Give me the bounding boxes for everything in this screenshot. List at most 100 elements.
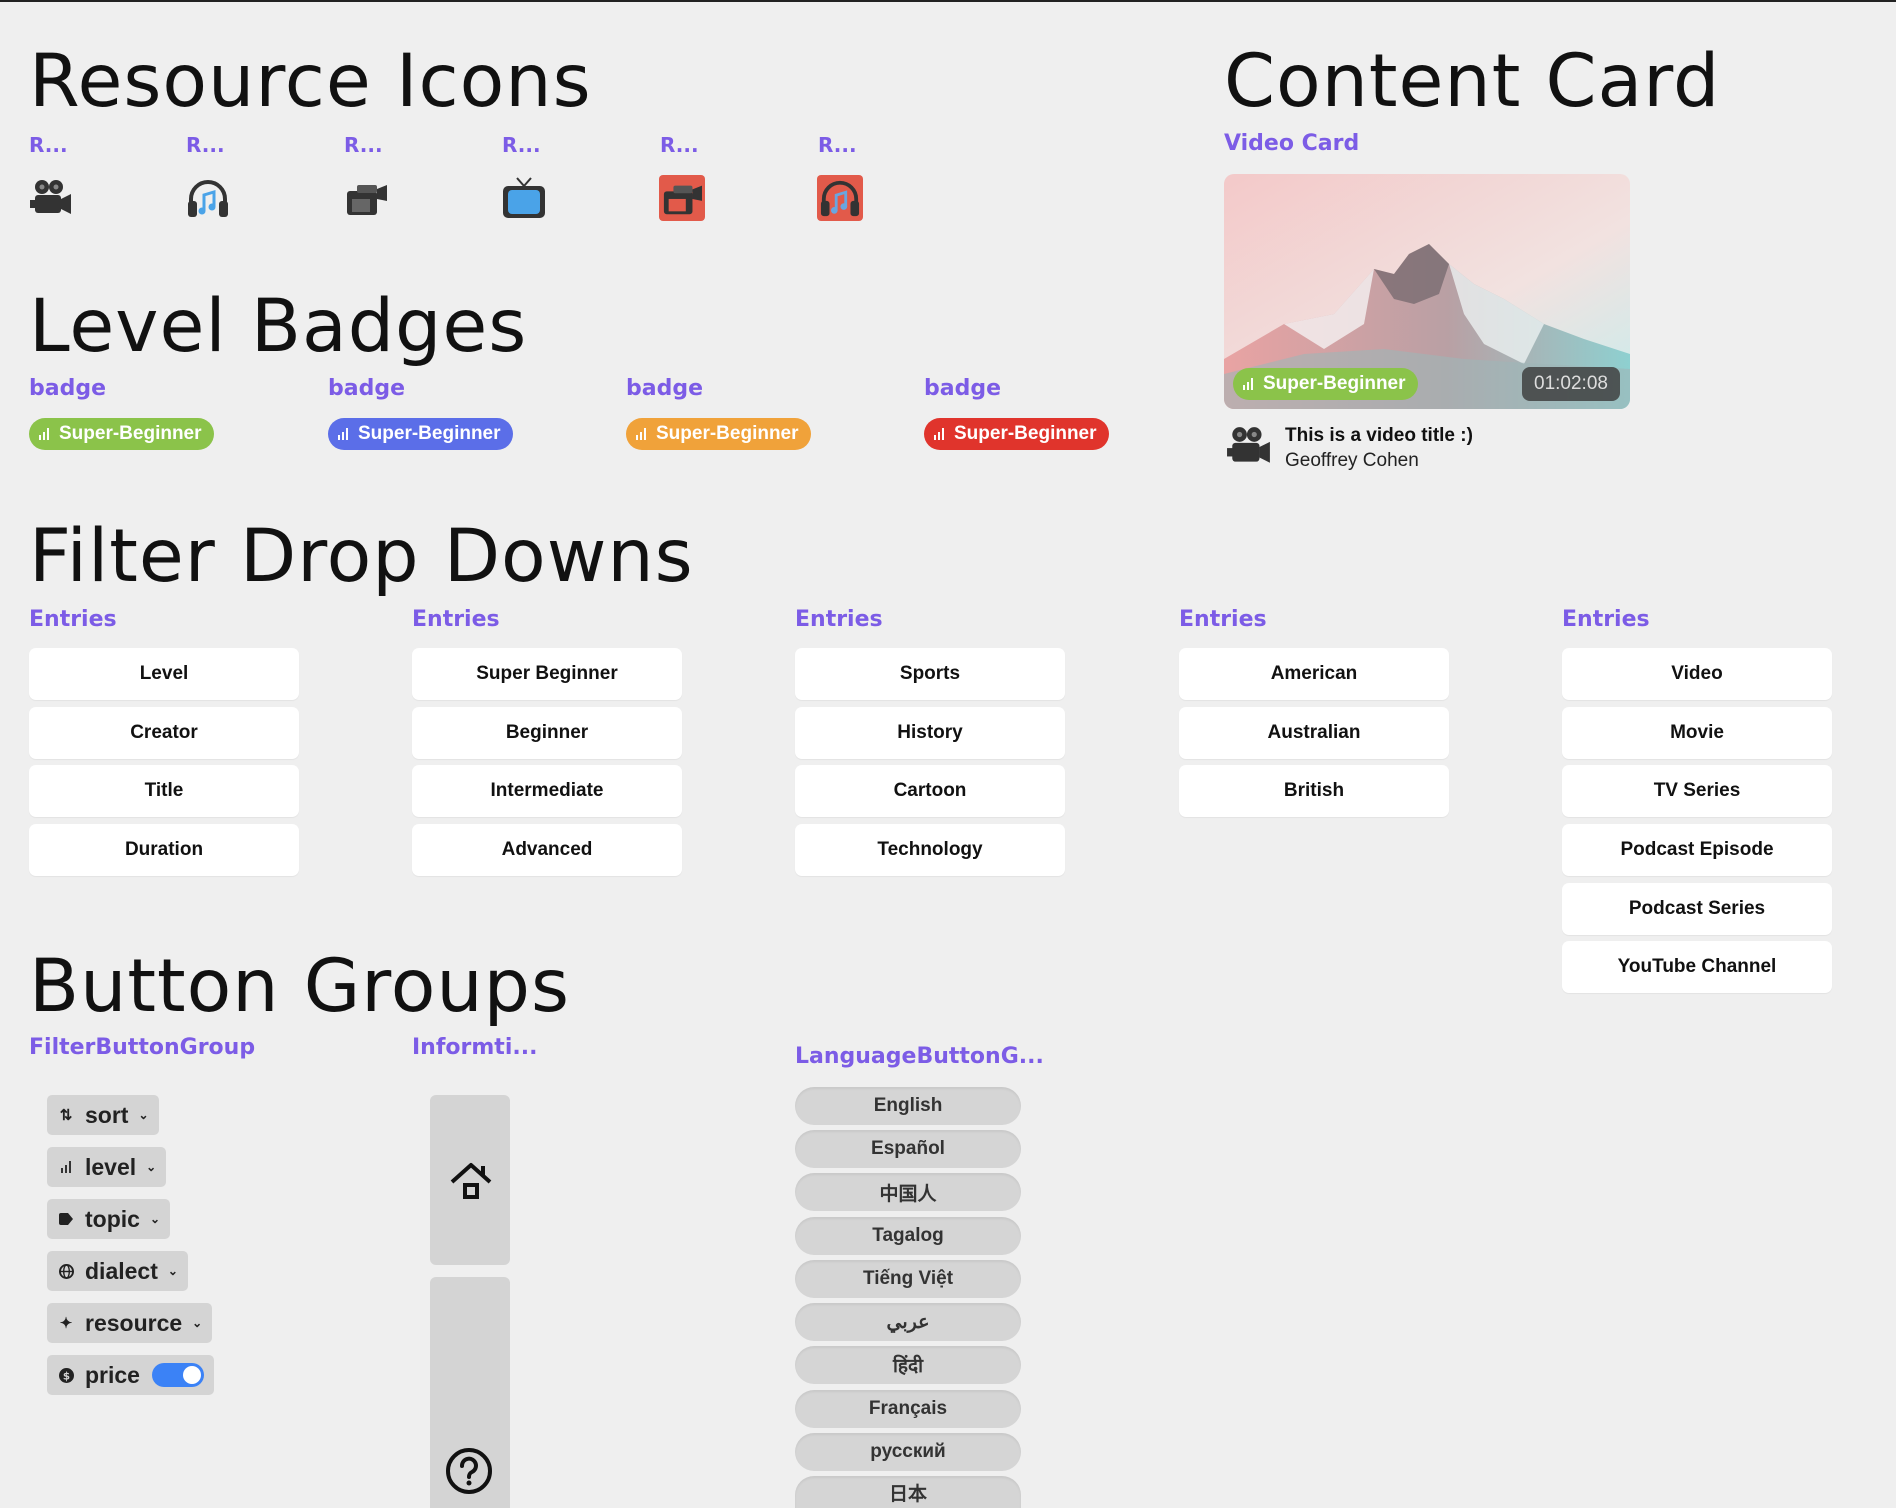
level-badges-title: Level Badges <box>29 284 528 369</box>
badge-label: badge <box>626 376 704 401</box>
badge-text: Super-Beginner <box>954 423 1097 444</box>
level-button[interactable]: level ⌄ <box>47 1147 167 1187</box>
dropdown-entry[interactable]: Level <box>29 648 299 700</box>
language-button[interactable]: 日本 <box>795 1476 1021 1508</box>
dropdown-entry[interactable]: Creator <box>29 707 299 759</box>
resource-label: R... <box>29 133 68 157</box>
language-button[interactable]: 中国人 <box>795 1173 1021 1211</box>
level-badge-blue: Super-Beginner <box>328 418 513 450</box>
dropdown-entry[interactable]: Duration <box>29 824 299 876</box>
headphones-red-icon <box>817 175 863 221</box>
video-title[interactable]: This is a video title :) <box>1285 425 1473 447</box>
price-toggle[interactable] <box>151 1363 204 1387</box>
information-group-label: Informti... <box>412 1035 538 1060</box>
badge-text: Super-Beginner <box>656 423 799 444</box>
dropdown-entry[interactable]: Cartoon <box>795 765 1065 817</box>
dropdown-entry[interactable]: Intermediate <box>412 765 682 817</box>
badge-text: Super-Beginner <box>59 423 202 444</box>
level-badge-orange: Super-Beginner <box>626 418 811 450</box>
dropdown-entry[interactable]: British <box>1179 765 1449 817</box>
chevron-down-icon: ⌄ <box>167 1264 178 1278</box>
headphones-icon <box>185 175 231 221</box>
language-button[interactable]: русский <box>795 1433 1021 1471</box>
language-button[interactable]: English <box>795 1087 1021 1125</box>
entries-label: Entries <box>412 607 500 632</box>
dropdown-entry[interactable]: TV Series <box>1562 765 1832 817</box>
language-button[interactable]: عربي <box>795 1303 1021 1341</box>
dropdown-entry[interactable]: Technology <box>795 824 1065 876</box>
video-card-label: Video Card <box>1224 131 1360 156</box>
resource-label: R... <box>502 133 541 157</box>
resource-label: R... <box>186 133 225 157</box>
dropdown-entry[interactable]: Advanced <box>412 824 682 876</box>
home-button[interactable] <box>430 1095 510 1265</box>
card-level-badge: Super-Beginner <box>1233 368 1418 400</box>
language-group-label: LanguageButtonG... <box>795 1044 1044 1069</box>
level-bars-icon <box>636 428 646 440</box>
dropdown-entry[interactable]: Movie <box>1562 707 1832 759</box>
entries-label: Entries <box>1562 607 1650 632</box>
globe-icon <box>57 1263 75 1279</box>
dropdown-entry[interactable]: History <box>795 707 1065 759</box>
video-camera-icon <box>343 175 389 221</box>
chevron-down-icon: ⌄ <box>192 1316 203 1330</box>
level-badge-red: Super-Beginner <box>924 418 1109 450</box>
button-label: resource <box>85 1309 183 1336</box>
language-button[interactable]: Tiếng Việt <box>795 1260 1021 1298</box>
level-bars-icon <box>338 428 348 440</box>
filter-dropdowns-title: Filter Drop Downs <box>29 514 694 599</box>
resource-icons-title: Resource Icons <box>29 39 592 124</box>
dropdown-entry[interactable]: Video <box>1562 648 1832 700</box>
price-button[interactable]: $ price <box>47 1355 214 1395</box>
resource-button[interactable]: ✦ resource ⌄ <box>47 1303 213 1343</box>
dropdown-entry[interactable]: Title <box>29 765 299 817</box>
dropdown-entry[interactable]: Sports <box>795 648 1065 700</box>
language-button[interactable]: Tagalog <box>795 1217 1021 1255</box>
button-label: level <box>85 1153 137 1180</box>
chevron-down-icon: ⌄ <box>146 1160 157 1174</box>
dropdown-entry[interactable]: Podcast Episode <box>1562 824 1832 876</box>
language-button[interactable]: Français <box>795 1390 1021 1428</box>
level-badge-green: Super-Beginner <box>29 418 214 450</box>
tag-icon <box>57 1213 75 1225</box>
entries-label: Entries <box>795 607 883 632</box>
dropdown-entry[interactable]: American <box>1179 648 1449 700</box>
filter-button-group-label: FilterButtonGroup <box>29 1035 256 1060</box>
content-card-title: Content Card <box>1224 39 1721 124</box>
svg-text:$: $ <box>62 1370 69 1382</box>
help-icon <box>445 1447 493 1500</box>
button-label: dialect <box>85 1257 158 1284</box>
topic-button[interactable]: topic ⌄ <box>47 1199 171 1239</box>
duration-label: 01:02:08 <box>1522 367 1620 401</box>
badge-label: badge <box>29 376 107 401</box>
video-camera-red-icon <box>659 175 705 221</box>
level-bars-icon <box>1243 378 1253 390</box>
dollar-icon: $ <box>57 1367 75 1383</box>
dialect-button[interactable]: dialect ⌄ <box>47 1251 188 1291</box>
dropdown-entry[interactable]: YouTube Channel <box>1562 941 1832 993</box>
movie-camera-icon <box>1226 425 1272 472</box>
dropdown-entry[interactable]: Beginner <box>412 707 682 759</box>
level-bars-icon <box>39 428 49 440</box>
resource-label: R... <box>344 133 383 157</box>
top-border <box>0 0 1896 2</box>
television-icon <box>501 175 547 221</box>
dropdown-entry[interactable]: Australian <box>1179 707 1449 759</box>
language-button[interactable]: Español <box>795 1130 1021 1168</box>
resource-label: R... <box>660 133 699 157</box>
dropdown-entry[interactable]: Super Beginner <box>412 648 682 700</box>
resource-label: R... <box>818 133 857 157</box>
sort-button[interactable]: ⇅ sort ⌄ <box>47 1095 159 1135</box>
badge-label: badge <box>328 376 406 401</box>
language-button[interactable]: हिंदी <box>795 1346 1021 1384</box>
button-label: sort <box>85 1101 129 1128</box>
movie-camera-icon <box>28 175 74 221</box>
entries-label: Entries <box>1179 607 1267 632</box>
dropdown-entry[interactable]: Podcast Series <box>1562 883 1832 935</box>
home-icon <box>448 1160 494 1207</box>
button-groups-title: Button Groups <box>29 944 571 1029</box>
badge-label: badge <box>924 376 1002 401</box>
button-label: topic <box>85 1205 140 1232</box>
badge-text: Super-Beginner <box>1263 373 1406 394</box>
help-button[interactable] <box>430 1277 510 1508</box>
